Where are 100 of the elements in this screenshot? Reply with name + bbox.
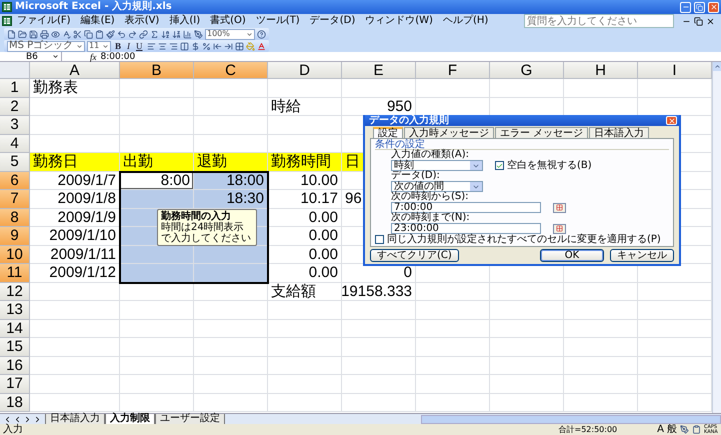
chart-icon[interactable] — [183, 30, 192, 38]
close-icon[interactable] — [706, 16, 715, 26]
column-header[interactable]: A — [30, 62, 120, 79]
font-size-select[interactable]: 11 — [87, 40, 111, 52]
row-header[interactable]: 8 — [0, 208, 30, 227]
ime-button[interactable]: 般 — [667, 424, 677, 434]
first-sheet-icon[interactable] — [3, 414, 12, 424]
dialog-tab[interactable]: エラー メッセージ — [495, 127, 588, 138]
increase-indent-icon[interactable] — [224, 42, 233, 50]
column-header[interactable]: I — [638, 62, 712, 79]
minimize-button[interactable] — [680, 2, 691, 12]
data-select[interactable]: 次の値の間 — [391, 181, 483, 192]
ignore-blank-checkbox[interactable]: 空白を無視する(B) — [495, 160, 592, 171]
row-header[interactable]: 6 — [0, 172, 30, 190]
menu-item[interactable]: ウィンドウ(W) — [360, 15, 438, 27]
column-header[interactable]: H — [564, 62, 638, 79]
currency-icon[interactable] — [190, 42, 200, 50]
menu-item[interactable]: 表示(V) — [120, 15, 164, 27]
clipboard-icon[interactable] — [95, 30, 104, 38]
menu-item[interactable]: 書式(O) — [205, 15, 251, 27]
font-color-icon[interactable] — [256, 42, 266, 50]
end-time-field[interactable]: 23:00:00 — [391, 223, 541, 234]
row-header[interactable]: 5 — [0, 153, 30, 172]
decrease-indent-icon[interactable] — [212, 42, 222, 50]
next-sheet-icon[interactable] — [23, 414, 32, 424]
sort-ascending-icon[interactable] — [161, 30, 170, 38]
row-header[interactable]: 14 — [0, 320, 30, 338]
dialog-button[interactable]: OK — [540, 249, 604, 262]
column-header[interactable]: B — [120, 62, 194, 79]
row-header[interactable]: 13 — [0, 301, 30, 320]
vertical-scrollbar[interactable] — [712, 62, 721, 413]
last-sheet-icon[interactable] — [33, 414, 42, 424]
borders-icon[interactable] — [234, 42, 244, 50]
copy-icon[interactable] — [84, 30, 93, 38]
close-button[interactable] — [666, 116, 677, 125]
sheet-tab[interactable]: 入力制限 — [105, 414, 155, 424]
zoom-select[interactable]: 100% — [205, 28, 255, 40]
font-select[interactable]: MS Pゴシック — [7, 40, 85, 52]
menu-item[interactable]: データ(D) — [304, 15, 360, 27]
row-header[interactable]: 7 — [0, 190, 30, 208]
row-header[interactable]: 10 — [0, 246, 30, 264]
link-icon[interactable] — [139, 30, 148, 38]
row-header[interactable]: 1 — [0, 79, 30, 98]
start-time-field[interactable]: 7:00:00 — [391, 202, 541, 213]
row-header[interactable]: 17 — [0, 375, 30, 394]
help-icon[interactable] — [257, 30, 266, 38]
formula-field[interactable]: 8:00:00 — [100, 52, 136, 62]
row-header[interactable]: 3 — [0, 116, 30, 134]
close-button[interactable] — [708, 2, 719, 12]
dialog-button[interactable]: キャンセル — [610, 249, 674, 262]
menu-item[interactable]: ツール(T) — [250, 15, 305, 27]
apply-all-checkbox[interactable]: 同じ入力規則が設定されたすべてのセルに変更を適用する(P) — [375, 234, 661, 245]
row-header[interactable]: 11 — [0, 264, 30, 282]
align-center-icon[interactable] — [158, 42, 167, 50]
sigma-icon[interactable] — [150, 30, 159, 38]
row-header[interactable]: 15 — [0, 338, 30, 356]
save-icon[interactable] — [29, 30, 38, 38]
function-button[interactable]: fx — [90, 52, 96, 62]
row-header[interactable]: 9 — [0, 227, 30, 246]
allow-select[interactable]: 時刻 — [391, 160, 483, 171]
row-header[interactable]: 12 — [0, 282, 30, 301]
restore-button[interactable] — [694, 2, 705, 12]
menu-item[interactable]: 編集(E) — [76, 15, 120, 27]
style-button[interactable]: I — [125, 41, 132, 51]
previous-sheet-icon[interactable] — [13, 414, 22, 424]
row-header[interactable]: 16 — [0, 356, 30, 375]
dialog-tab[interactable]: 日本語入力 — [589, 127, 650, 138]
align-left-icon[interactable] — [146, 42, 156, 50]
dialog-tab[interactable]: 設定 — [373, 127, 403, 138]
restore-icon[interactable] — [694, 16, 703, 26]
folder-icon[interactable] — [18, 30, 27, 38]
printer-icon[interactable] — [40, 30, 49, 38]
ime-button[interactable]: A — [657, 424, 664, 434]
sheet-tab[interactable]: ユーザー設定 — [155, 414, 225, 424]
spell-check-icon[interactable] — [62, 30, 71, 38]
fill-color-icon[interactable] — [246, 42, 255, 50]
scroll-up-icon[interactable] — [714, 63, 720, 70]
menu-item[interactable]: ファイル(F) — [12, 15, 76, 27]
redo-icon[interactable] — [128, 30, 137, 38]
cell-reference-button[interactable] — [553, 224, 566, 234]
row-header[interactable]: 4 — [0, 134, 30, 153]
new-document-icon[interactable] — [7, 30, 16, 38]
paintbrush-icon[interactable] — [106, 30, 115, 38]
row-header[interactable]: 2 — [0, 98, 30, 116]
sort-descending-icon[interactable] — [172, 30, 181, 38]
column-header[interactable]: C — [194, 62, 268, 79]
column-header[interactable]: F — [416, 62, 490, 79]
dialog-tab[interactable]: 入力時メッセージ — [404, 127, 494, 138]
column-header[interactable]: E — [342, 62, 416, 79]
sheet-tab[interactable]: 日本語入力 — [45, 414, 105, 424]
row-header[interactable]: 18 — [0, 394, 30, 412]
column-header[interactable]: G — [490, 62, 564, 79]
clipboard-icon[interactable] — [692, 425, 701, 434]
percent-icon[interactable] — [202, 42, 211, 50]
align-right-icon[interactable] — [168, 42, 178, 50]
dialog-button[interactable]: すべてクリア(C) — [370, 249, 459, 262]
cell-reference-button[interactable] — [553, 202, 566, 212]
column-header[interactable]: D — [268, 62, 342, 79]
style-button[interactable]: U — [134, 41, 145, 51]
pen-icon[interactable] — [194, 30, 203, 38]
